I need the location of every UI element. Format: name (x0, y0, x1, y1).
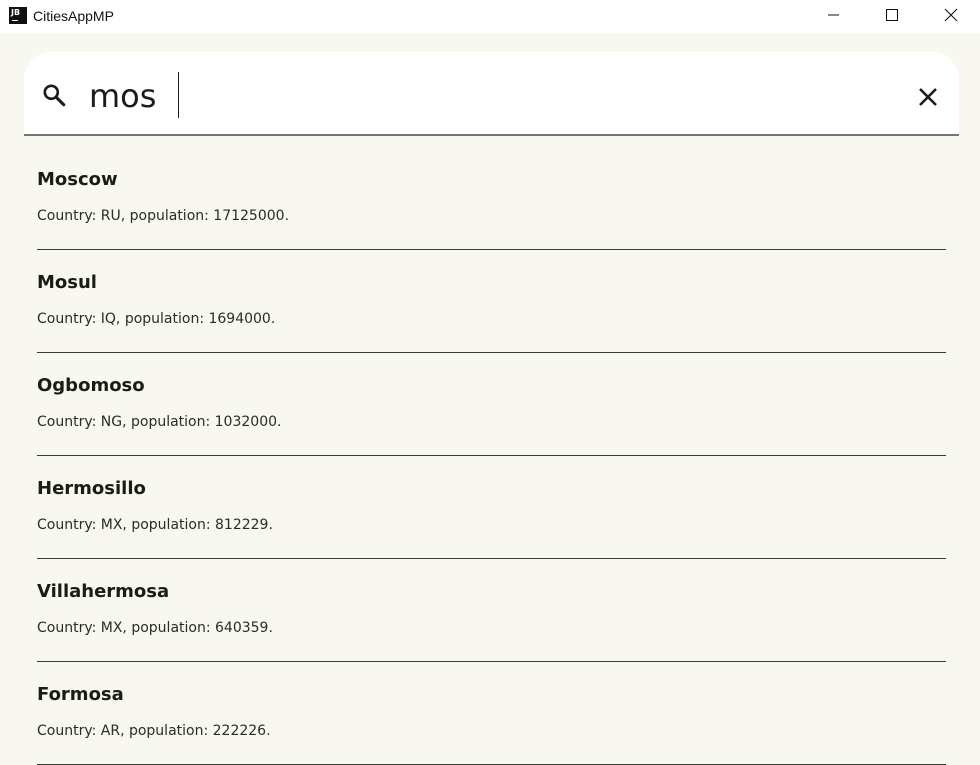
results-list: Moscow Country: RU, population: 17125000… (37, 147, 946, 765)
list-item[interactable]: Hermosillo Country: MX, population: 8122… (37, 456, 946, 559)
city-details: Country: RU, population: 17125000. (37, 208, 290, 224)
clear-search-button[interactable] (913, 82, 943, 112)
list-item[interactable]: Formosa Country: AR, population: 222226. (37, 662, 946, 765)
window-title: CitiesAppMP (33, 8, 114, 24)
app-logo-icon: JB (9, 7, 27, 24)
minimize-button[interactable] (805, 0, 863, 30)
city-name: Moscow (37, 169, 118, 190)
close-icon (919, 88, 937, 106)
maximize-button[interactable] (863, 0, 921, 30)
city-name: Ogbomoso (37, 375, 145, 396)
city-name: Hermosillo (37, 478, 146, 499)
minimize-icon (828, 14, 839, 16)
list-item[interactable]: Ogbomoso Country: NG, population: 103200… (37, 353, 946, 456)
title-bar: JB CitiesAppMP (0, 0, 980, 33)
search-input[interactable] (89, 74, 889, 118)
list-item[interactable]: Moscow Country: RU, population: 17125000… (37, 147, 946, 250)
list-item[interactable]: Mosul Country: IQ, population: 1694000. (37, 250, 946, 353)
city-details: Country: MX, population: 812229. (37, 517, 273, 533)
city-details: Country: MX, population: 640359. (37, 620, 273, 636)
search-bar (24, 52, 959, 136)
city-name: Formosa (37, 684, 124, 705)
city-name: Villahermosa (37, 581, 170, 602)
search-icon (43, 84, 66, 107)
maximize-icon (886, 9, 898, 21)
city-details: Country: NG, population: 1032000. (37, 414, 282, 430)
city-details: Country: IQ, population: 1694000. (37, 311, 276, 327)
close-window-button[interactable] (922, 0, 980, 30)
text-caret (178, 72, 179, 118)
close-window-icon (944, 8, 958, 22)
app-logo-text: JB (11, 8, 21, 17)
city-name: Mosul (37, 272, 97, 293)
list-item[interactable]: Villahermosa Country: MX, population: 64… (37, 559, 946, 662)
